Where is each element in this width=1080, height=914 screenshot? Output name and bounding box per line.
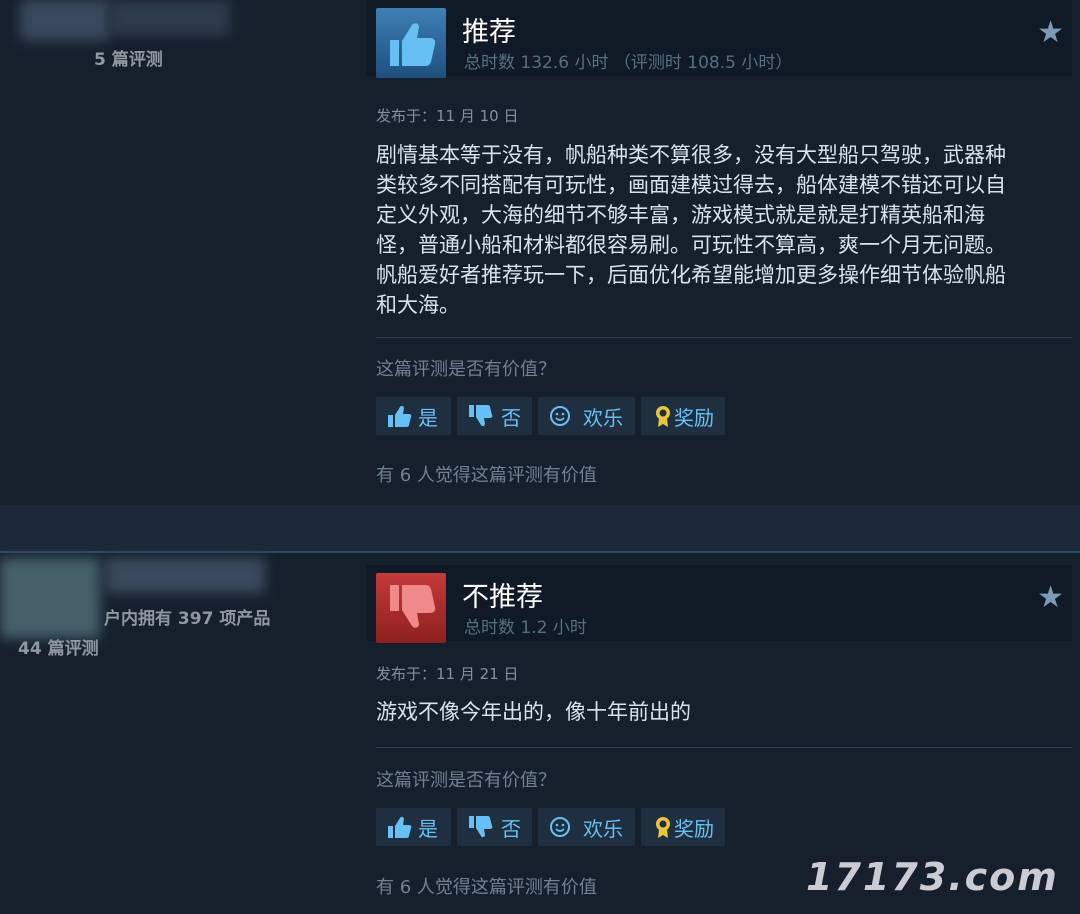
review-line: 剧情基本等于没有，帆船种类不算很多，没有大型船只驾驶，武器种 (376, 143, 1006, 167)
vote-funny-label: 欢乐 (583, 817, 623, 841)
watermark: 17173.com (806, 855, 1059, 899)
vote-no-button[interactable]: 否 (457, 397, 532, 435)
thumbs-down-icon (469, 405, 493, 427)
award-button[interactable]: 奖励 (641, 397, 725, 435)
divider (376, 337, 1072, 338)
vote-no-label: 否 (501, 406, 521, 430)
author-name[interactable] (105, 558, 265, 593)
playtime: 总时数 1.2 小时 (464, 618, 587, 638)
vote-funny-label: 欢乐 (583, 406, 623, 430)
vote-header[interactable]: 不推荐 总时数 1.2 小时 ★ (366, 565, 1072, 643)
helpful-count: 有 6 人觉得这篇评测有价值 (376, 877, 597, 898)
vote-funny-button[interactable]: 欢乐 (538, 397, 635, 435)
author-product-count[interactable]: 户内拥有 397 项产品 (104, 604, 270, 629)
review-line: 帆船爱好者推荐玩一下，后面优化希望能增加更多操作细节体验帆船 (376, 263, 1006, 287)
vote-no-button[interactable]: 否 (457, 808, 532, 846)
author-review-count[interactable]: 44 篇评测 (18, 634, 99, 659)
review-line: 怪，普通小船和材料都很容易刷。可玩性不算高，爽一个月无问题。 (376, 233, 1006, 257)
thumbs-down-icon (469, 816, 493, 838)
thumbs-up-icon (388, 816, 412, 838)
author-name[interactable] (110, 0, 230, 35)
review-line: 和大海。 (376, 293, 460, 317)
helpful-question: 这篇评测是否有价值？ (376, 359, 556, 380)
review-line: 类较多不同搭配有可玩性，画面建模过得去，船体建模不错还可以自 (376, 173, 1006, 197)
author-review-count[interactable]: 5 篇评测 (94, 45, 163, 70)
vote-funny-button[interactable]: 欢乐 (538, 808, 635, 846)
vote-yes-button[interactable]: 是 (376, 397, 451, 435)
review-line: 游戏不像今年出的，像十年前出的 (376, 700, 691, 724)
posted-date: 发布于：11 月 21 日 (376, 665, 519, 683)
smiley-icon (550, 406, 570, 426)
helpful-count: 有 6 人觉得这篇评测有价值 (376, 465, 597, 486)
author-panel: 5 篇评测 (0, 0, 360, 505)
smiley-icon (550, 817, 570, 837)
review-line: 定义外观，大海的细节不够丰富，游戏模式就是就是打精英船和海 (376, 203, 985, 227)
author-avatar[interactable] (20, 0, 110, 40)
review-body: 游戏不像今年出的，像十年前出的 (376, 697, 1066, 727)
review-verdict: 不推荐 (462, 582, 543, 613)
thumbs-up-icon (388, 405, 412, 427)
divider (376, 747, 1072, 748)
vote-yes-button[interactable]: 是 (376, 808, 451, 846)
vote-yes-label: 是 (418, 406, 438, 430)
vote-header[interactable]: 推荐 总时数 132.6 小时 （评测时 108.5 小时） ★ (366, 0, 1072, 78)
review-separator (0, 505, 1080, 553)
posted-date: 发布于：11 月 10 日 (376, 107, 519, 125)
helpful-question: 这篇评测是否有价值？ (376, 770, 556, 791)
review-verdict: 推荐 (462, 17, 516, 48)
author-panel: 户内拥有 397 项产品 44 篇评测 (0, 553, 360, 914)
award-button[interactable]: 奖励 (641, 808, 725, 846)
thumbs-up-icon (376, 8, 446, 78)
thumbs-down-icon (376, 573, 446, 643)
vote-yes-label: 是 (418, 817, 438, 841)
review-card: 5 篇评测 推荐 总时数 132.6 小时 （评测时 108.5 小时） ★ 发… (0, 0, 1080, 505)
star-icon[interactable]: ★ (1037, 583, 1064, 613)
author-avatar[interactable] (0, 558, 100, 638)
vote-no-label: 否 (501, 817, 521, 841)
review-body: 剧情基本等于没有，帆船种类不算很多，没有大型船只驾驶，武器种 类较多不同搭配有可… (376, 140, 1066, 320)
playtime: 总时数 132.6 小时 （评测时 108.5 小时） (464, 53, 793, 73)
award-label: 奖励 (674, 406, 714, 430)
star-icon[interactable]: ★ (1037, 18, 1064, 48)
award-label: 奖励 (674, 817, 714, 841)
